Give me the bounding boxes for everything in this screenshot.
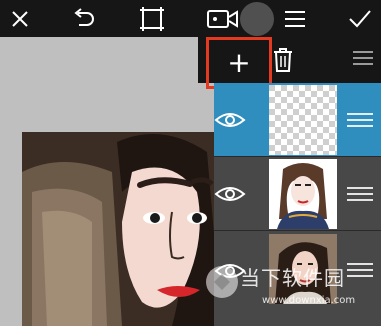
plus-icon: + — [227, 46, 251, 79]
watermark-text: 当下软件园 — [240, 266, 345, 290]
video-button[interactable] — [203, 0, 243, 37]
floating-circle — [240, 2, 274, 36]
close-icon — [12, 10, 28, 27]
drag-handle-icon[interactable] — [347, 263, 373, 277]
menu-icon — [285, 10, 305, 27]
layer-thumbnail — [269, 159, 337, 229]
eye-icon[interactable] — [214, 110, 246, 130]
drag-handle-icon[interactable] — [347, 113, 373, 127]
layer-thumbnail — [269, 85, 337, 155]
confirm-button[interactable] — [340, 0, 380, 37]
undo-button[interactable] — [64, 0, 104, 37]
watermark-url: www.downxia.com — [262, 295, 356, 306]
video-camera-icon — [207, 9, 238, 28]
layer-transparent[interactable] — [214, 83, 381, 157]
menu-button[interactable] — [275, 0, 315, 37]
close-button[interactable] — [0, 0, 40, 37]
crop-icon — [140, 6, 164, 31]
layers-menu-icon[interactable] — [352, 50, 374, 66]
canvas-photo[interactable] — [22, 132, 232, 326]
checkmark-icon — [349, 9, 371, 27]
eye-icon[interactable] — [214, 184, 246, 204]
undo-icon — [74, 7, 94, 26]
crop-button[interactable] — [132, 0, 172, 37]
layer-illustration[interactable] — [214, 157, 381, 231]
add-layer-button[interactable]: + — [206, 37, 272, 89]
drag-handle-icon[interactable] — [347, 187, 373, 201]
top-toolbar — [0, 0, 381, 37]
trash-icon[interactable] — [272, 47, 294, 73]
